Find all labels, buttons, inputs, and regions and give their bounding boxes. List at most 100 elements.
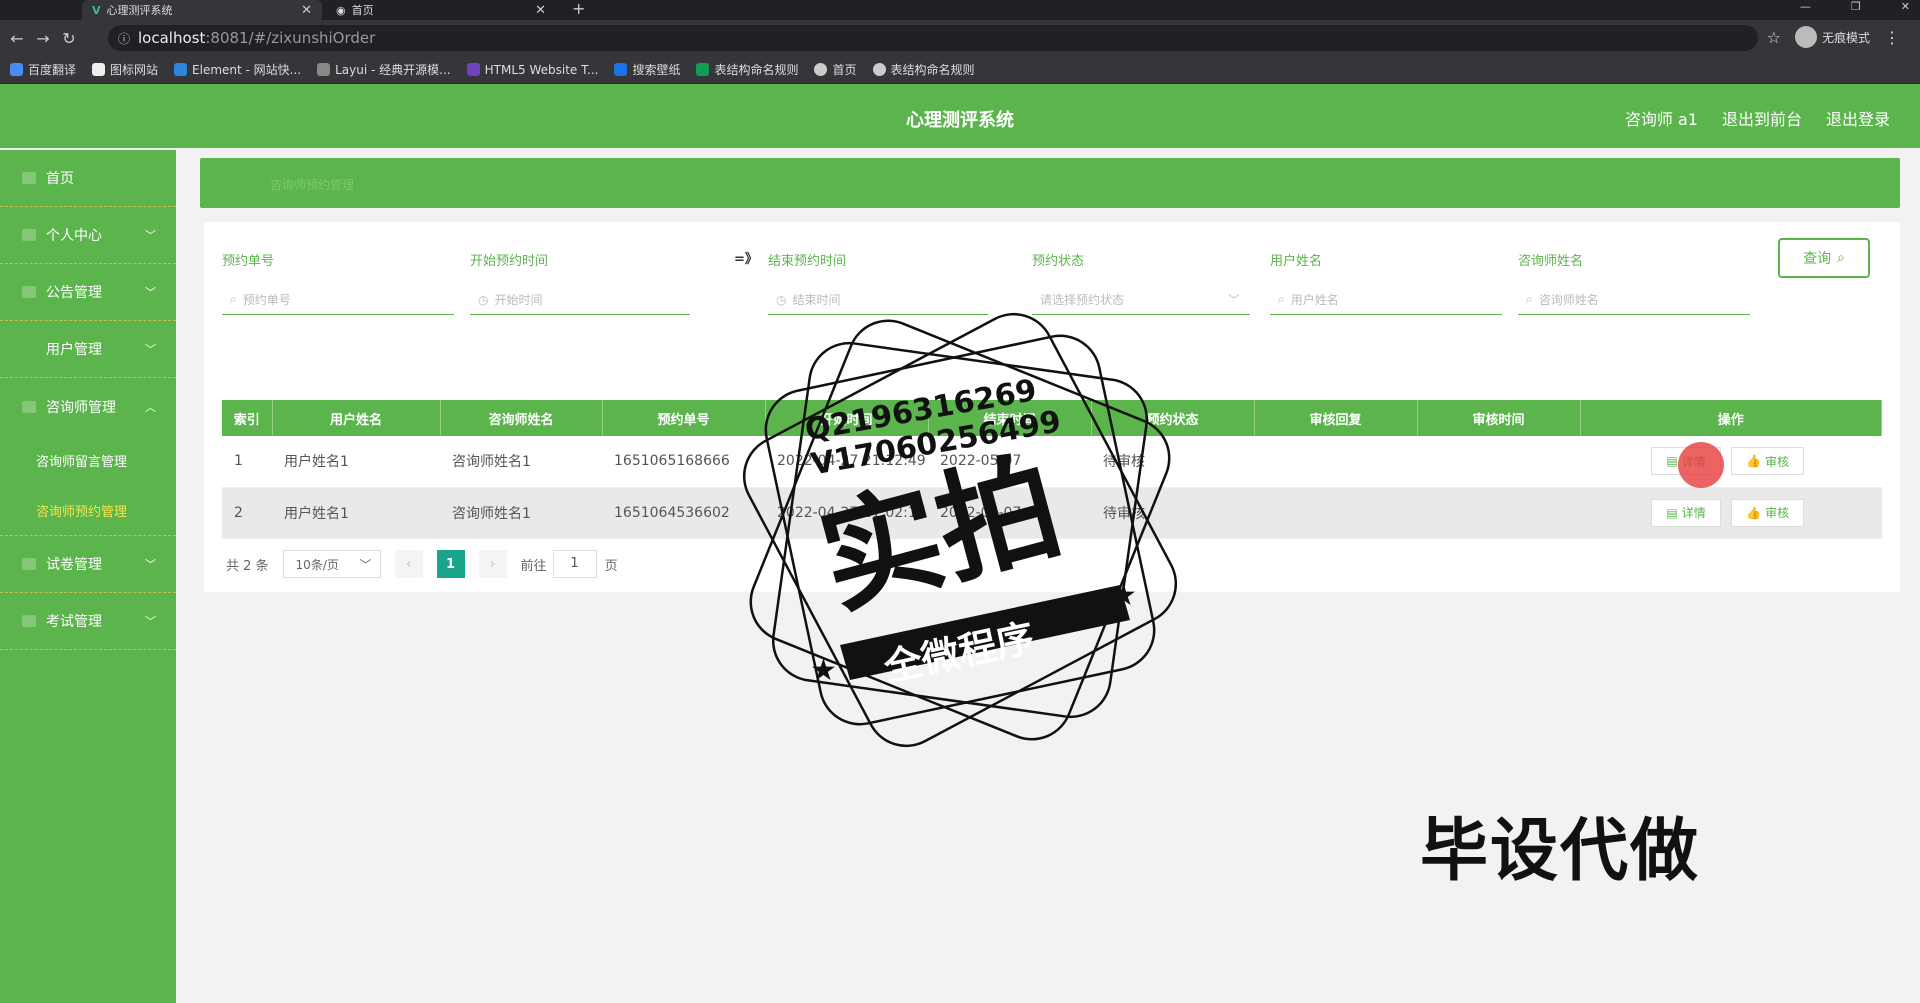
cell-index: 2 [222,487,272,539]
prev-page-button[interactable]: ‹ [394,550,423,578]
goto-page-input[interactable]: 1 [552,550,597,578]
logout-link[interactable]: 退出登录 [1826,106,1890,130]
restore-icon[interactable]: ❐ [1851,0,1861,13]
forward-arrow-icon[interactable]: → [30,29,56,48]
breadcrumb: 咨询师预约管理 [270,178,355,192]
element-logo-icon [174,63,188,76]
incognito-avatar-icon [1794,26,1817,48]
reload-icon[interactable]: ↻ [56,29,82,48]
close-window-icon[interactable]: ✕ [1901,0,1910,13]
user-name-input[interactable]: ⌕ 用户姓名 [1270,285,1502,315]
minimize-icon[interactable]: — [1800,0,1811,13]
globe-icon [872,63,886,76]
browser-tab-inactive[interactable]: ◉ 首页 ✕ [326,0,556,20]
button-label: 审核 [1765,454,1790,469]
toolbar-right: ☆ 无痕模式 ⋮ [1767,26,1900,48]
url-path: :8081/#/zixunshiOrder [205,29,376,47]
chevron-up-icon: ︿ [145,400,156,414]
cell-actions: ▤详情 👍审核 [1580,487,1882,539]
sidebar-subitem-appointments[interactable]: 咨询师预约管理 [0,485,176,535]
bookmark-item[interactable]: HTML5 Website T... [466,63,598,77]
address-bar[interactable]: ⓘ localhost:8081/#/zixunshiOrder [108,25,1758,51]
bookmarks-bar: 百度翻译 图标网站 Element - 网站快... Layui - 经典开源模… [0,56,1920,84]
bookmark-label: Element - 网站快... [192,63,302,77]
bookmark-item[interactable]: Layui - 经典开源模... [317,61,451,78]
page-number-current[interactable]: 1 [436,550,465,578]
bookmark-item[interactable]: 首页 [814,61,857,78]
star-icon: ★ [810,653,837,688]
back-to-front-link[interactable]: 退出到前台 [1722,106,1802,130]
filter-user-name: 用户姓名 ⌕ 用户姓名 [1270,250,1502,315]
input-placeholder: 预约单号 [242,293,291,307]
column-header: 用户姓名 [272,400,441,436]
sidebar-item-home[interactable]: 首页 [0,150,176,207]
bookmark-item[interactable]: 图标网站 [92,61,158,78]
chevron-down-icon: ﹀ [145,343,156,356]
menu-kebab-icon[interactable]: ⋮ [1884,28,1900,47]
home-icon [22,172,36,184]
input-placeholder: 用户姓名 [1290,293,1339,307]
back-arrow-icon[interactable]: ← [4,29,30,48]
incognito-indicator[interactable]: 无痕模式 [1794,26,1870,48]
bookmark-item[interactable]: 百度翻译 [10,61,76,78]
app-header: 心理测评系统 咨询师 a1 退出到前台 退出登录 [0,84,1920,148]
sidebar-item-papers[interactable]: 试卷管理 ﹀ [0,536,176,593]
column-header: 咨询师姓名 [440,400,603,436]
globe-icon [814,63,828,76]
counselor-name-input[interactable]: ⌕ 咨询师姓名 [1518,285,1750,315]
flag-icon [92,63,106,76]
star-icon[interactable]: ☆ [1767,28,1781,47]
filter-order-no: 预约单号 ⌕ 预约单号 [222,250,454,315]
sidebar-item-exams[interactable]: 考试管理 ﹀ [0,593,176,650]
sidebar-item-label: 咨询师管理 [46,399,116,416]
wallpaper-logo-icon [614,63,628,76]
bookmark-label: 表结构命名规则 [890,63,975,77]
document-icon: ▤ [1666,505,1678,520]
current-user-link[interactable]: 咨询师 a1 [1625,106,1698,130]
chevron-down-icon: ﹀ [145,229,156,242]
filter-counselor-name: 咨询师姓名 ⌕ 咨询师姓名 [1518,250,1750,315]
audit-button[interactable]: 👍 审核 [1731,447,1805,476]
sidebar-item-counselor[interactable]: 咨询师管理 ︿ [0,378,176,435]
browser-toolbar: ← → ↻ ⓘ localhost:8081/#/zixunshiOrder ☆… [0,20,1920,56]
audit-button[interactable]: 👍 审核 [1731,498,1805,527]
cell-index: 1 [222,436,272,488]
bookmark-label: 百度翻译 [28,63,77,77]
detail-button[interactable]: ▤详情 [1651,498,1721,527]
query-button[interactable]: 查询 ⌕ [1778,238,1870,278]
cell-audit-time [1417,487,1580,539]
browser-tab-active[interactable]: V 心理测评系统 ✕ [82,0,322,20]
info-icon[interactable]: ⓘ [118,30,130,47]
promo-text: 毕设代做 [1420,812,1701,891]
sidebar-item-profile[interactable]: 个人中心 ﹀ [0,207,176,264]
page-size-select[interactable]: 10条/页 ﹀ [282,550,381,578]
browser-tab-title: 首页 [351,4,374,17]
bookmark-item[interactable]: 表结构命名规则 [872,61,975,78]
new-tab-button[interactable]: + [572,0,585,18]
browser-tab-strip: V 心理测评系统 ✕ ◉ 首页 ✕ + — ❐ ✕ [0,0,1920,20]
users-icon [22,343,36,355]
sidebar-item-users[interactable]: 用户管理 ﹀ [0,321,176,378]
order-no-input[interactable]: ⌕ 预约单号 [222,285,454,315]
column-header: 操作 [1580,400,1882,436]
sidebar-item-notice[interactable]: 公告管理 ﹀ [0,264,176,321]
close-icon[interactable]: ✕ [301,3,312,18]
bookmark-item[interactable]: 搜索壁纸 [614,61,680,78]
document-icon: ▤ [1666,454,1678,469]
column-header: 索引 [222,400,273,436]
thumb-up-icon: 👍 [1746,505,1762,520]
close-icon[interactable]: ✕ [535,3,546,18]
chevron-down-icon: ﹀ [145,615,156,628]
next-page-button[interactable]: › [478,550,507,578]
sidebar-item-label: 个人中心 [46,228,102,244]
start-time-input[interactable]: ◷ 开始时间 [470,285,690,315]
sheet-icon [696,63,710,76]
bookmark-label: 首页 [832,63,857,77]
star-icon: ★ [1110,578,1137,613]
bookmark-item[interactable]: 表结构命名规则 [696,61,798,78]
layui-logo-icon [317,63,331,76]
vue-logo-icon: V [92,3,101,17]
bookmark-item[interactable]: Element - 网站快... [174,61,301,78]
sidebar-subitem-messages[interactable]: 咨询师留言管理 [0,435,176,485]
chevron-down-icon: ﹀ [359,557,372,572]
